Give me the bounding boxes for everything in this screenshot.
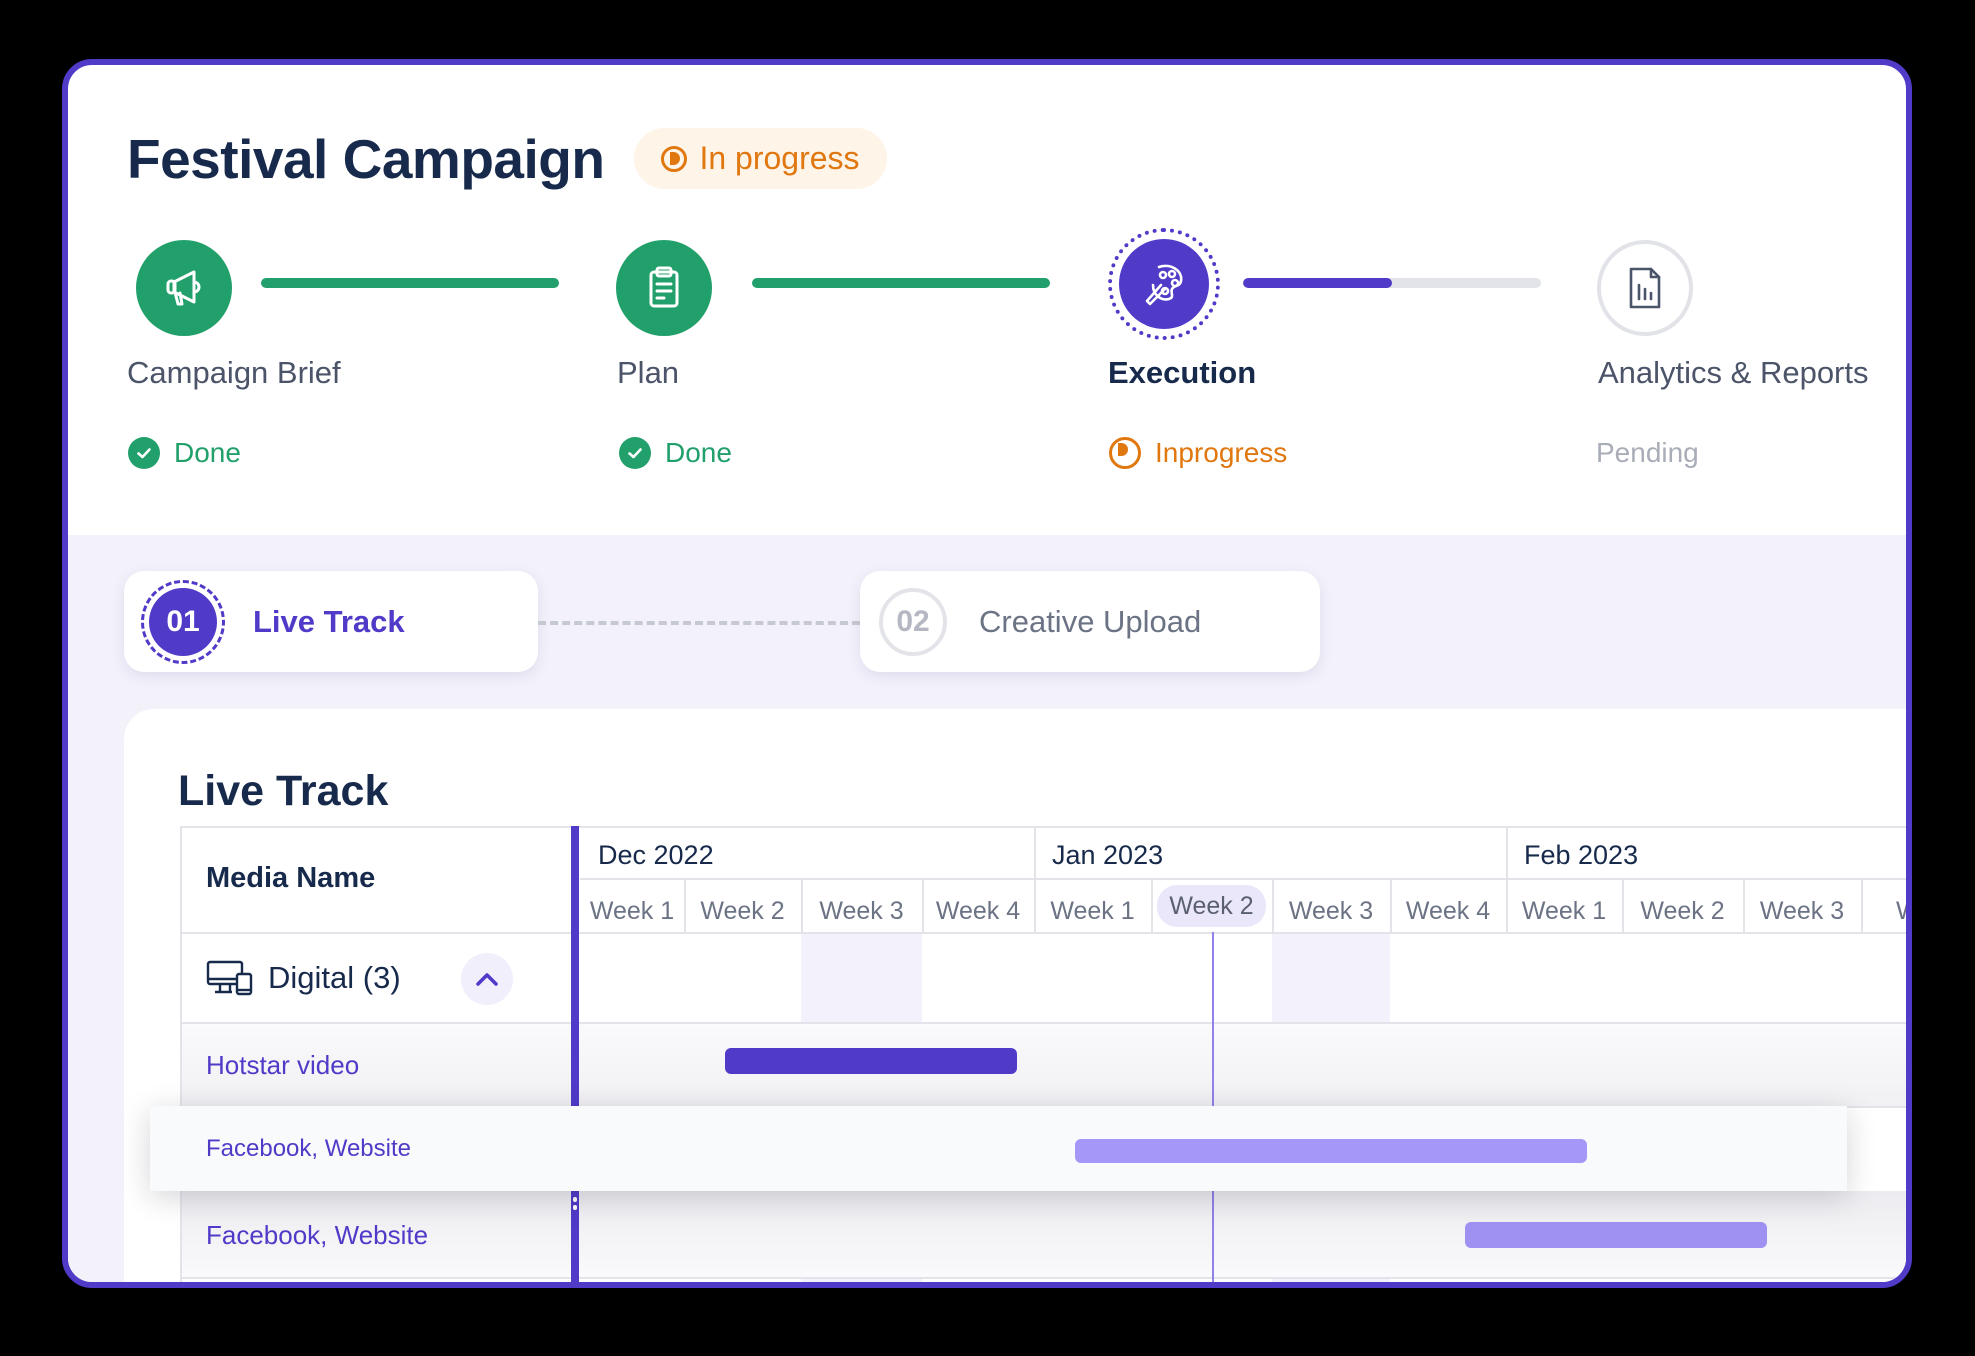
drag-handle-dot xyxy=(573,1205,577,1210)
week-header: Week 2 xyxy=(1640,897,1725,925)
chevron-up-icon xyxy=(476,973,498,986)
week-divider xyxy=(801,880,803,932)
media-row-name: Facebook, Website xyxy=(206,1135,411,1162)
week-divider xyxy=(1151,880,1153,932)
collapse-group-button[interactable] xyxy=(461,953,513,1005)
week-header: Week 1 xyxy=(1050,897,1135,925)
week-header: Week 1 xyxy=(589,897,675,925)
week-header: Week 4 xyxy=(1405,897,1491,925)
row-border xyxy=(180,1277,1906,1279)
week-header: Week 4 xyxy=(935,897,1021,925)
week-header: Week 3 xyxy=(1288,897,1374,925)
table-top-border xyxy=(180,826,1906,828)
week-header: Week 3 xyxy=(1759,897,1845,925)
table-row xyxy=(182,1024,1906,1106)
group-label: Digital (3) xyxy=(268,960,401,995)
week-header: Week 2 xyxy=(700,897,785,925)
devices-icon xyxy=(206,960,254,1001)
campaign-window: Festival Campaign In progress Campaign B… xyxy=(62,59,1912,1288)
week-divider xyxy=(1390,880,1392,932)
gantt-chart: Media Name Dec 2022Jan 2023Feb 2023M Wee… xyxy=(68,65,1906,1282)
week-header: Week 1 xyxy=(1521,897,1607,925)
media-row-name[interactable]: Facebook, Website xyxy=(206,1220,428,1251)
month-header: Feb 2023 xyxy=(1524,840,1639,870)
media-name-column-header: Media Name xyxy=(206,862,376,894)
month-header: Dec 2022 xyxy=(598,840,714,870)
week-header: Week 3 xyxy=(819,897,904,925)
header-bottom-border xyxy=(180,932,1906,934)
week-divider xyxy=(684,880,686,932)
week-divider xyxy=(1861,880,1863,932)
timeline-bar[interactable] xyxy=(1074,1139,1588,1163)
month-header: Jan 2023 xyxy=(1052,840,1164,870)
week-divider xyxy=(1272,880,1274,932)
week-divider xyxy=(922,880,924,932)
timeline-bar[interactable] xyxy=(724,1048,1018,1074)
month-row-border xyxy=(580,878,1906,880)
media-row-name[interactable]: Hotstar video xyxy=(206,1050,359,1081)
dragged-row[interactable]: Facebook, Website xyxy=(150,1106,1847,1191)
week-divider xyxy=(1743,880,1745,932)
frozen-column-divider[interactable] xyxy=(571,826,579,1282)
week-divider xyxy=(1622,880,1624,932)
drag-handle-dot xyxy=(573,1197,577,1202)
week-header: We xyxy=(1861,897,1906,926)
week-header-current: Week 2 xyxy=(1157,885,1266,927)
week-divider xyxy=(1506,880,1508,932)
timeline-bar[interactable] xyxy=(1465,1222,1767,1248)
week-divider xyxy=(1034,880,1036,932)
